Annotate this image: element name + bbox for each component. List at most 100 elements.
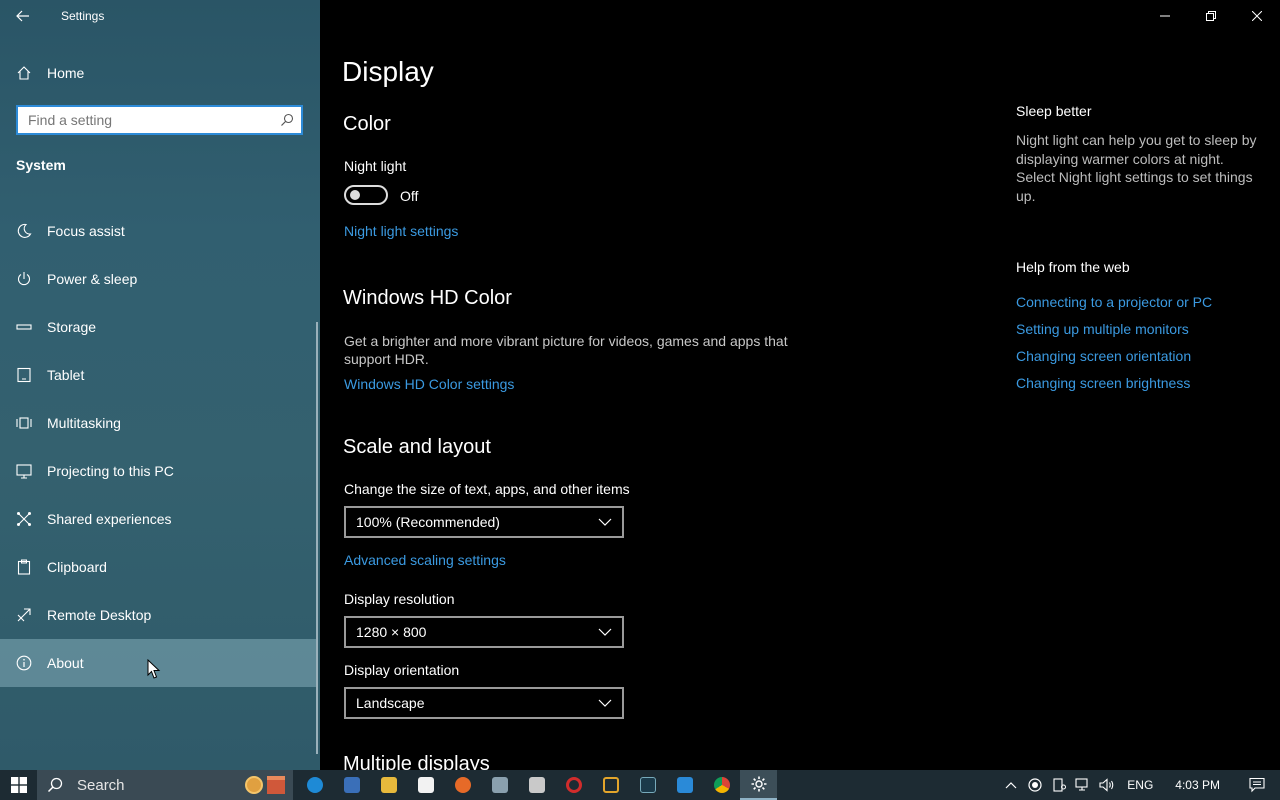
help-link-multiple-monitors[interactable]: Setting up multiple monitors [1016,321,1189,337]
sidebar-item-label: Focus assist [47,223,125,239]
home-label: Home [47,65,85,81]
orientation-value: Landscape [356,695,425,711]
sidebar-item-remote-desktop[interactable]: Remote Desktop [0,591,318,639]
tray-device-button[interactable] [1047,770,1071,800]
color-heading: Color [343,113,391,135]
search-icon[interactable] [273,113,301,127]
sidebar-item-storage[interactable]: Storage [0,303,318,351]
taskbar-app-10[interactable] [629,770,666,800]
action-center-button[interactable] [1234,770,1280,800]
back-button[interactable] [0,0,46,32]
orientation-label: Display orientation [344,662,460,678]
sidebar: Settings Home System Focus assist Power … [0,0,320,770]
taskbar-vscode[interactable] [666,770,703,800]
taskbar-app-9[interactable] [592,770,629,800]
gear-icon [751,776,766,792]
title-bar: Settings [0,0,320,32]
info-icon [16,655,32,671]
scale-dropdown[interactable]: 100% (Recommended) [344,506,624,538]
help-link-orientation[interactable]: Changing screen orientation [1016,348,1191,364]
chevron-down-icon [598,696,612,710]
taskbar-file-explorer[interactable] [370,770,407,800]
firefox-icon [454,777,471,793]
help-link-brightness[interactable]: Changing screen brightness [1016,375,1190,391]
chevron-down-icon [598,625,612,639]
moon-icon [16,223,32,239]
minimize-button[interactable] [1142,0,1188,32]
search-box [16,105,303,135]
scale-heading: Scale and layout [343,436,491,458]
multitasking-icon [16,415,32,431]
sidebar-item-tablet[interactable]: Tablet [0,351,318,399]
sidebar-item-label: Storage [47,319,97,335]
taskbar-app-6[interactable] [481,770,518,800]
sidebar-item-label: Projecting to this PC [47,463,174,479]
restore-button[interactable] [1188,0,1234,32]
power-icon [16,271,32,287]
opera-icon [565,777,582,793]
sidebar-item-label: About [47,655,84,671]
chrome-icon [713,777,730,793]
snip-icon [528,777,545,793]
volume-icon [1099,778,1114,792]
search-input[interactable] [18,107,273,133]
close-button[interactable] [1234,0,1280,32]
store-icon [417,777,434,793]
orientation-dropdown[interactable]: Landscape [344,687,624,719]
resolution-dropdown[interactable]: 1280 × 800 [344,616,624,648]
sidebar-item-multitasking[interactable]: Multitasking [0,399,318,447]
edge-icon [306,777,323,793]
taskbar-opera[interactable] [555,770,592,800]
hdr-settings-link[interactable]: Windows HD Color settings [344,376,514,392]
network-button[interactable] [1071,770,1095,800]
sleep-better-description: Night light can help you get to sleep by… [1016,132,1257,204]
system-tray: ENG 4:03 PM [999,770,1280,800]
sidebar-item-home[interactable]: Home [0,55,320,91]
vscode-icon [676,777,693,793]
sidebar-item-label: Shared experiences [47,511,172,527]
taskbar: Search ENG 4:03 PM [0,770,1280,800]
search-icon [47,777,67,793]
taskbar-app-2[interactable] [333,770,370,800]
sidebar-item-projecting[interactable]: Projecting to this PC [0,447,318,495]
taskbar-chrome[interactable] [703,770,740,800]
projecting-icon [16,463,32,479]
night-light-toggle[interactable] [344,185,388,205]
sidebar-item-power-sleep[interactable]: Power & sleep [0,255,318,303]
language-indicator[interactable]: ENG [1119,778,1161,792]
device-icon [1053,778,1067,792]
start-button[interactable] [0,770,37,800]
taskbar-store[interactable] [407,770,444,800]
windows-logo-icon [10,777,27,793]
taskbar-search[interactable]: Search [37,770,293,800]
folder-icon [380,777,397,793]
sleep-better-title: Sleep better [1016,103,1092,119]
sidebar-item-label: Clipboard [47,559,107,575]
tray-record-button[interactable] [1023,770,1047,800]
taskbar-settings[interactable] [740,770,777,800]
photos-icon [491,777,508,793]
volume-button[interactable] [1095,770,1119,800]
sidebar-item-clipboard[interactable]: Clipboard [0,543,318,591]
hdr-description: Get a brighter and more vibrant picture … [344,333,788,367]
window-controls [1142,0,1280,32]
show-hidden-icons-button[interactable] [999,770,1023,800]
sidebar-item-focus-assist[interactable]: Focus assist [0,207,318,255]
help-link-projector[interactable]: Connecting to a projector or PC [1016,294,1212,310]
sidebar-item-shared-experiences[interactable]: Shared experiences [0,495,318,543]
clock[interactable]: 4:03 PM [1161,778,1234,792]
record-icon [1028,778,1042,792]
taskbar-edge[interactable] [296,770,333,800]
section-label-system: System [16,157,66,173]
taskbar-search-label: Search [77,776,125,794]
advanced-scaling-link[interactable]: Advanced scaling settings [344,552,506,568]
taskbar-firefox[interactable] [444,770,481,800]
close-icon [1252,11,1262,21]
window-icon [602,777,619,793]
taskbar-app-7[interactable] [518,770,555,800]
gift-icon [267,776,285,794]
night-light-settings-link[interactable]: Night light settings [344,223,458,239]
resolution-label: Display resolution [344,591,455,607]
sidebar-scrollbar[interactable] [316,322,318,754]
calculator-icon [343,777,360,793]
